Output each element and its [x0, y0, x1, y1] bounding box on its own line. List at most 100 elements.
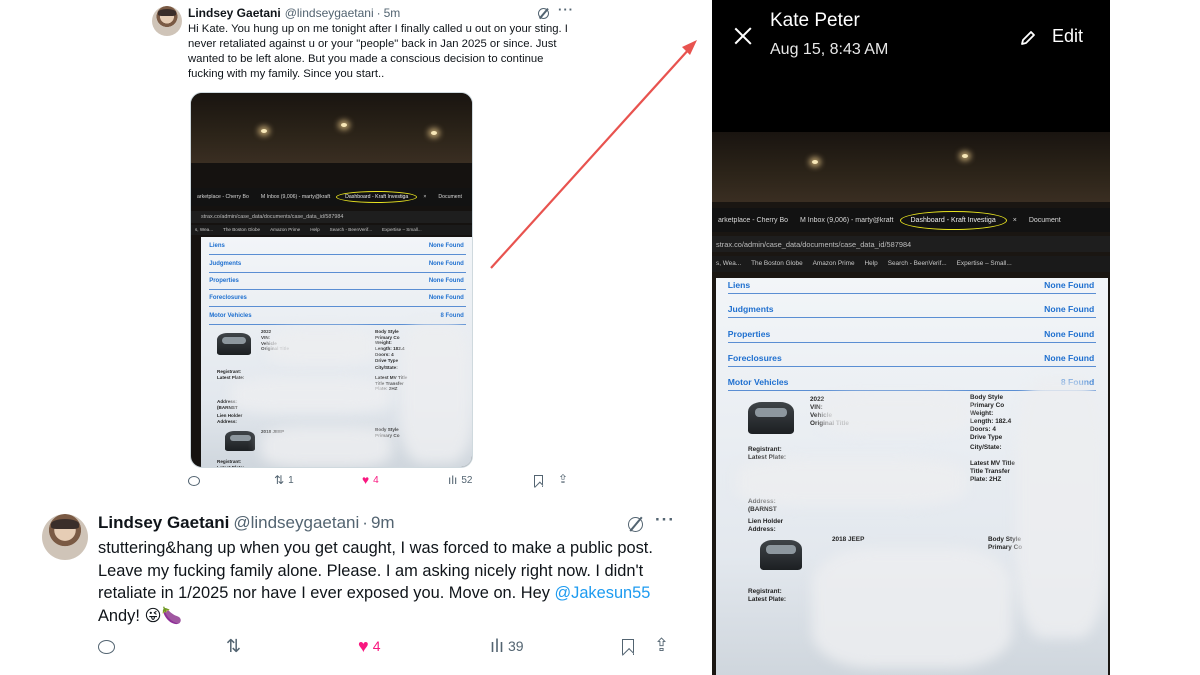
bookmark-button[interactable]: [534, 475, 543, 487]
author-name[interactable]: Lindsey Gaetani: [188, 6, 281, 20]
reply-button[interactable]: [188, 476, 200, 486]
like-button[interactable]: ♥ 4: [358, 637, 380, 655]
row-label: Motor Vehicles: [727, 377, 789, 387]
redaction-blur: [267, 329, 377, 365]
report-row: Liens None Found: [209, 243, 466, 255]
tweet-1[interactable]: Lindsey Gaetani @lindseygaetani · 5m ···…: [150, 0, 580, 500]
bookmark-item: s, Wea...: [195, 227, 214, 232]
bookmark-item: s, Wea...: [716, 260, 742, 267]
reply-button[interactable]: [98, 640, 115, 654]
author-name[interactable]: Lindsey Gaetani: [98, 513, 229, 533]
share-button[interactable]: ⇪: [558, 473, 568, 485]
more-options-icon[interactable]: ···: [558, 2, 574, 17]
bookmark-item: Expertise – Small...: [956, 260, 1012, 267]
viewer-title: Kate Peter: [770, 10, 860, 31]
mention-link[interactable]: @Jakesun55: [554, 584, 650, 602]
avatar[interactable]: [152, 6, 182, 36]
retweet-count: 1: [288, 474, 294, 486]
retweet-button[interactable]: ⇅: [226, 637, 245, 655]
more-options-icon[interactable]: ···: [655, 510, 675, 530]
views-count: 39: [508, 638, 524, 654]
bookmark-icon: [622, 639, 634, 655]
report-row: Judgments None Found: [209, 261, 466, 273]
browser-tab-bar: arketplace - Cherry Bo M Inbox (9,006) -…: [712, 208, 1110, 232]
vehicle-specs: Body Style Primary Co Weight: Length: 18…: [375, 329, 405, 363]
vehicle-photo: [217, 333, 251, 355]
redaction-blur: [231, 377, 391, 413]
browser-tab: M Inbox (9,006) - marty@kraft: [260, 194, 331, 200]
heart-icon: ♥: [358, 636, 369, 656]
lien-holder-label: Lien Holder Address:: [217, 413, 243, 424]
tweet-time[interactable]: 5m: [384, 6, 401, 20]
avatar[interactable]: [42, 514, 88, 560]
row-label: Foreclosures: [727, 353, 782, 363]
like-button[interactable]: ♥ 4: [362, 474, 379, 486]
registrant-label: Registrant: Latest Plate:: [748, 588, 787, 603]
bookmark-item: The Boston Globe: [751, 260, 803, 267]
retweet-icon: ⇅: [274, 473, 285, 487]
browser-tab: arketplace - Cherry Bo: [718, 216, 789, 224]
close-icon[interactable]: [734, 26, 752, 46]
views-icon: ılı: [448, 473, 458, 487]
screen-photo: arketplace - Cherry Bo M Inbox (9,006) -…: [712, 132, 1110, 675]
city-state-label: City/State:: [375, 365, 398, 370]
ceiling-light: [341, 123, 347, 127]
bookmark-item: Amazon Prime: [270, 227, 301, 232]
bookmarks-bar: s, Wea... The Boston Globe Amazon Prime …: [191, 225, 472, 235]
bookmark-item: Help: [310, 227, 320, 232]
bookmark-item: Amazon Prime: [812, 260, 855, 267]
tweet-photo[interactable]: arketplace - Cherry Bo M Inbox (9,006) -…: [190, 92, 473, 468]
retweet-icon: ⇅: [226, 636, 242, 656]
browser-tab: Document: [438, 194, 463, 200]
tweet-time[interactable]: 9m: [371, 513, 395, 533]
viewer-photo[interactable]: arketplace - Cherry Bo M Inbox (9,006) -…: [712, 132, 1110, 675]
row-label: Judgments: [727, 304, 774, 314]
grok-icon[interactable]: [538, 8, 549, 19]
author-handle[interactable]: @lindseygaetani: [233, 513, 359, 533]
pencil-icon[interactable]: [1020, 30, 1036, 46]
retweet-button[interactable]: ⇅ 1: [274, 474, 294, 486]
title-info: Latest MV Title Title Transfer Plate: 2H…: [970, 460, 1015, 483]
like-count: 4: [372, 638, 381, 654]
viewer-date: Aug 15, 8:43 AM: [770, 41, 889, 58]
vehicle-photo: [225, 431, 255, 451]
browser-tab: M Inbox (9,006) - marty@kraft: [800, 216, 894, 224]
edit-button[interactable]: Edit: [1052, 26, 1083, 47]
share-button[interactable]: ⇪: [654, 636, 669, 654]
vehicle-photo: [760, 540, 802, 570]
row-value: None Found: [428, 295, 464, 301]
like-count: 4: [373, 474, 379, 486]
tweet-2[interactable]: Lindsey Gaetani @lindseygaetani · 9m ···…: [42, 508, 682, 675]
browser-tab-bar: arketplace - Cherry Bo M Inbox (9,006) -…: [191, 188, 472, 206]
vehicle-year: 2018 JEEP: [832, 536, 865, 543]
redaction-blur: [812, 548, 1012, 668]
registrant-label: Registrant: Latest Plate:: [217, 459, 245, 468]
vehicle-specs: Body Style Primary Co Weight: Length: 18…: [970, 394, 1012, 441]
row-label: Liens: [209, 243, 225, 249]
ceiling-light: [431, 131, 437, 135]
bookmark-item: Search - BeenVerif...: [329, 227, 373, 232]
photo-viewer: Kate Peter Aug 15, 8:43 AM Edit arketpla…: [712, 0, 1110, 675]
author-handle[interactable]: @lindseygaetani: [285, 6, 374, 20]
bookmark-button[interactable]: [622, 639, 634, 655]
reply-icon: [188, 476, 200, 486]
bookmark-icon: [534, 475, 543, 487]
report-row: Properties None Found: [727, 329, 1097, 343]
report-row: Foreclosures None Found: [727, 353, 1097, 367]
views-button[interactable]: ılı 52: [448, 474, 472, 486]
heart-icon: ♥: [362, 473, 370, 487]
row-value: None Found: [428, 278, 464, 284]
row-value: None Found: [1044, 280, 1095, 290]
browser-tab: Document: [1028, 216, 1061, 224]
grok-icon[interactable]: [628, 517, 643, 532]
share-icon: ⇪: [558, 472, 569, 486]
row-label: Motor Vehicles: [209, 313, 252, 319]
bookmarks-bar: s, Wea... The Boston Globe Amazon Prime …: [712, 256, 1110, 272]
views-button[interactable]: ılı 39: [490, 637, 524, 655]
row-label: Properties: [727, 329, 771, 339]
report-page: Liens None Found Judgments None Found Prop…: [716, 278, 1108, 675]
ceiling: [191, 93, 472, 163]
bookmark-item: The Boston Globe: [223, 227, 261, 232]
report-row: Properties None Found: [209, 278, 466, 290]
registrant-label: Registrant: Latest Plate:: [217, 369, 245, 380]
